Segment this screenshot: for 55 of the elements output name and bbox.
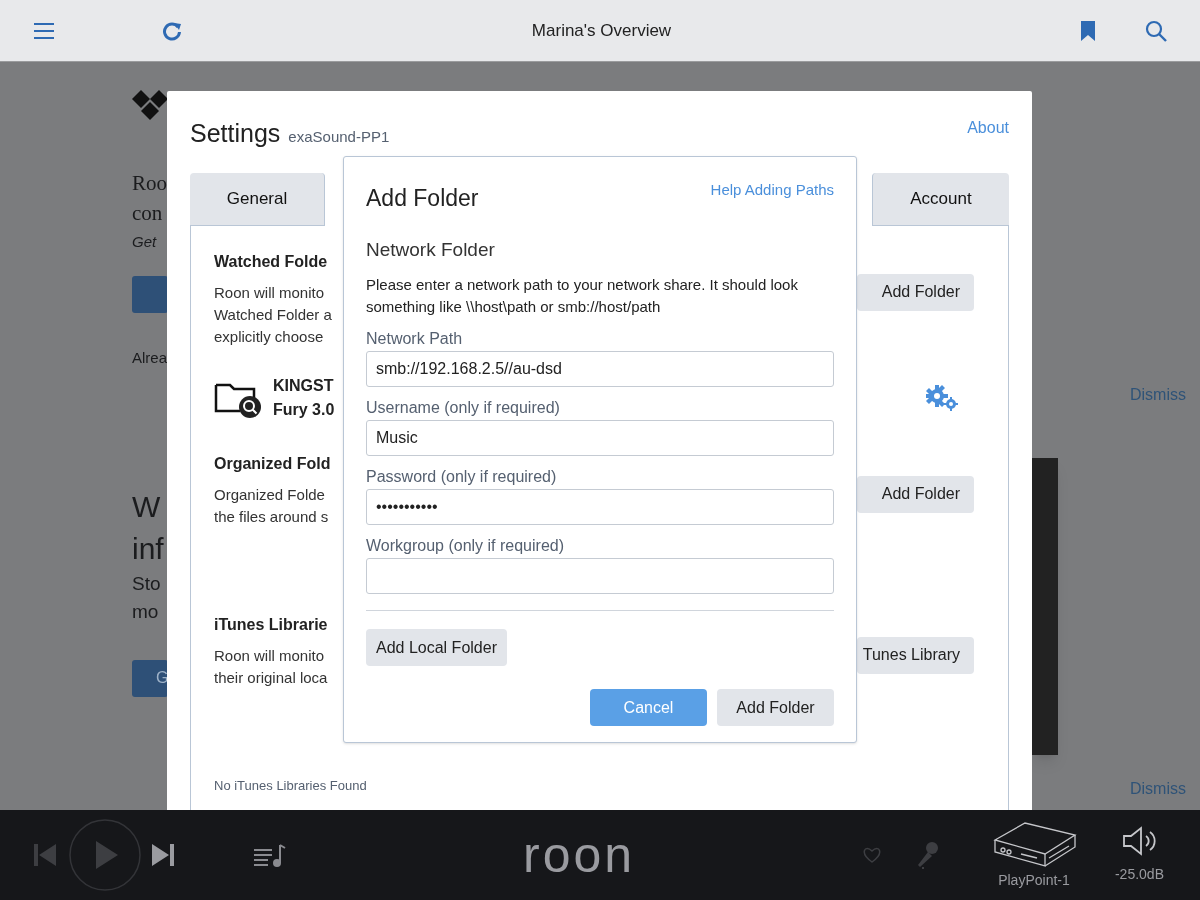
description-text: the files around s: [214, 506, 330, 527]
folder-name: KINGST: [273, 375, 335, 396]
field-label: Password (only if required): [366, 467, 558, 487]
dialog-title: Add Folder: [366, 184, 479, 213]
background-text: Alrea: [132, 348, 168, 368]
section-heading: Network Folder: [366, 237, 496, 262]
section-heading: Organized Fold: [214, 453, 331, 474]
section-heading: Watched Folde: [214, 251, 329, 272]
field-label: Workgroup (only if required): [366, 536, 565, 556]
status-text: No iTunes Libraries Found: [214, 776, 368, 795]
background-text: W: [132, 488, 161, 525]
description-text: Please enter a network path to your network share. It should look something like \\host\path or smb://host/path: [366, 275, 799, 317]
section-heading: iTunes Librarie: [214, 614, 328, 635]
input-field[interactable]: smb://192.168.2.5//au-dsd: [366, 351, 834, 387]
volume-level: -25.0dB: [1114, 864, 1164, 884]
zone-name[interactable]: PlayPoint-1: [998, 869, 1070, 891]
folder-name: Fury 3.0: [273, 399, 335, 420]
dialog-title: Settings: [190, 118, 281, 149]
device-name: exaSound-PP1: [288, 127, 390, 147]
gears-icon[interactable]: [926, 384, 958, 411]
roon-logo: roon: [523, 830, 636, 880]
add-local-folder-button[interactable]: Add Local Folder: [366, 629, 507, 666]
next-icon[interactable]: [152, 844, 174, 866]
volume-icon[interactable]: [1122, 825, 1157, 856]
queue-icon[interactable]: [254, 842, 286, 868]
bookmark-icon[interactable]: [1081, 20, 1095, 41]
input-field[interactable]: Music: [366, 420, 834, 456]
description-text: explicitly choose: [214, 326, 325, 347]
input-field[interactable]: [366, 558, 834, 594]
menu-icon[interactable]: [33, 21, 55, 40]
add-button[interactable]: Add Folder: [857, 273, 974, 311]
input-field[interactable]: •••••••••••: [366, 489, 834, 525]
background-text: Sto: [132, 571, 161, 596]
background-text: inf: [132, 530, 164, 567]
refresh-icon[interactable]: [162, 20, 182, 41]
background-button[interactable]: G: [132, 659, 168, 697]
background-button[interactable]: [132, 276, 168, 313]
background-text: con: [132, 200, 163, 227]
description-text: Roon will monito: [214, 282, 326, 303]
description-text: their original loca: [214, 667, 328, 688]
add-button[interactable]: Tunes Library: [857, 636, 974, 674]
search-icon[interactable]: [1145, 19, 1167, 42]
field-label: Network Path: [366, 329, 464, 349]
background-text: Roo: [132, 170, 167, 197]
background-text: Get: [132, 232, 157, 252]
description-text: Organized Folde: [214, 484, 326, 505]
background-text: mo: [132, 599, 159, 624]
field-label: Username (only if required): [366, 398, 561, 418]
add-button[interactable]: Add Folder: [857, 475, 974, 513]
page-title: Marina's Overview: [530, 19, 673, 42]
dialog-button[interactable]: Add Folder: [717, 689, 834, 726]
settings-tab[interactable]: Account: [872, 172, 1009, 226]
settings-tab[interactable]: General: [190, 172, 325, 226]
description-text: Watched Folder a: [214, 304, 332, 325]
description-text: Roon will monito: [214, 645, 326, 666]
